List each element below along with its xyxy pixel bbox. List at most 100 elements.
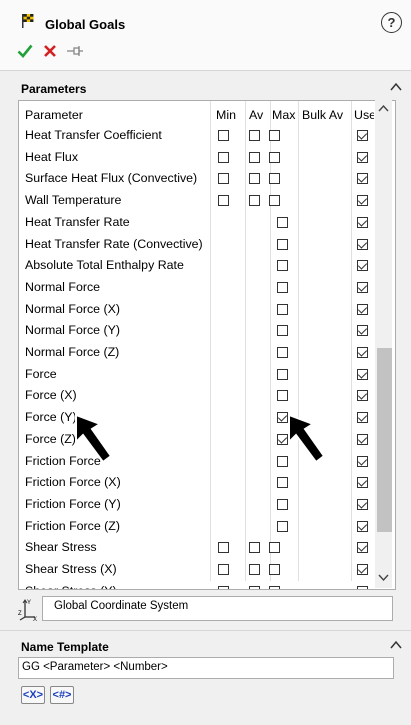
scroll-up-arrow-icon[interactable] (378, 104, 389, 113)
max-checkbox[interactable] (277, 347, 288, 358)
use-checkbox[interactable] (357, 542, 368, 554)
parameter-name: Shear Stress (25, 540, 97, 555)
use-checkbox[interactable] (357, 238, 368, 250)
av-checkbox[interactable] (249, 585, 260, 589)
use-checkbox[interactable] (357, 477, 368, 489)
column-header-av[interactable]: Av (249, 108, 263, 122)
max-checkbox[interactable] (277, 260, 288, 272)
av-checkbox[interactable] (249, 195, 260, 207)
min-checkbox[interactable] (218, 195, 229, 207)
parameters-section-header[interactable]: Parameters (0, 78, 411, 100)
max-checkbox[interactable] (269, 173, 280, 185)
max-checkbox[interactable] (277, 498, 288, 510)
table-row[interactable]: Wall Temperature (19, 190, 375, 212)
parameter-name: Heat Transfer Rate (Convective) (25, 236, 203, 251)
table-row[interactable]: Force (19, 364, 375, 386)
table-row[interactable]: Normal Force (Z) (19, 342, 375, 364)
pushpin-icon[interactable] (66, 43, 84, 59)
max-checkbox[interactable] (277, 281, 288, 293)
table-row[interactable]: Force (X) (19, 385, 375, 407)
use-checkbox[interactable] (357, 173, 368, 185)
max-checkbox[interactable] (277, 390, 288, 402)
min-checkbox[interactable] (218, 173, 229, 185)
use-checkbox[interactable] (357, 260, 368, 272)
parameter-name: Normal Force (Z) (25, 345, 120, 359)
table-row[interactable]: Shear Stress (19, 537, 375, 559)
table-row[interactable]: Friction Force (Y) (19, 494, 375, 516)
use-checkbox[interactable] (357, 433, 368, 445)
max-checkbox[interactable] (277, 325, 288, 337)
table-row[interactable]: Shear Stress (Y) (19, 581, 375, 589)
help-icon[interactable]: ? (381, 12, 402, 33)
table-row[interactable]: Shear Stress (X) (19, 559, 375, 581)
table-row[interactable]: Heat Flux (19, 147, 375, 169)
max-checkbox[interactable] (277, 216, 288, 228)
min-checkbox[interactable] (218, 130, 229, 141)
use-checkbox[interactable] (357, 347, 368, 358)
name-template-section-header[interactable]: Name Template (0, 636, 411, 658)
column-header-use[interactable]: Use (354, 108, 374, 122)
max-checkbox[interactable] (269, 542, 280, 554)
table-row[interactable]: Heat Transfer Rate (Convective) (19, 234, 375, 256)
use-checkbox[interactable] (357, 368, 368, 380)
max-checkbox[interactable] (277, 368, 288, 380)
table-row[interactable]: Surface Heat Flux (Convective) (19, 168, 375, 190)
use-checkbox[interactable] (357, 130, 368, 141)
insert-x-token-button[interactable]: <X> (21, 686, 45, 704)
table-row[interactable]: Absolute Total Enthalpy Rate (19, 255, 375, 277)
use-checkbox[interactable] (357, 564, 368, 575)
use-checkbox[interactable] (357, 325, 368, 337)
use-checkbox[interactable] (357, 498, 368, 510)
av-checkbox[interactable] (249, 564, 260, 575)
table-row[interactable]: Heat Transfer Rate (19, 212, 375, 234)
use-checkbox[interactable] (357, 216, 368, 228)
min-checkbox[interactable] (218, 564, 229, 575)
table-row[interactable]: Heat Transfer Coefficient (19, 125, 375, 147)
max-checkbox[interactable] (269, 151, 280, 163)
ok-checkmark-icon[interactable] (17, 43, 33, 59)
scroll-down-arrow-icon[interactable] (378, 573, 389, 582)
av-checkbox[interactable] (249, 542, 260, 554)
use-checkbox[interactable] (357, 303, 368, 315)
use-checkbox[interactable] (357, 412, 368, 424)
min-checkbox[interactable] (218, 585, 229, 589)
parameters-table: Parameter Min Av Max Bulk Av Use Heat Tr… (18, 100, 396, 590)
column-header-max[interactable]: Max (272, 108, 295, 122)
av-checkbox[interactable] (249, 173, 260, 185)
column-header-bulk-av[interactable]: Bulk Av (302, 108, 343, 122)
table-row[interactable]: Normal Force (X) (19, 299, 375, 321)
max-checkbox[interactable] (269, 564, 280, 575)
collapse-chevron-icon[interactable] (389, 638, 403, 652)
use-checkbox[interactable] (357, 195, 368, 207)
use-checkbox[interactable] (357, 520, 368, 532)
use-checkbox[interactable] (357, 151, 368, 163)
parameter-name: Absolute Total Enthalpy Rate (25, 258, 184, 273)
min-checkbox[interactable] (218, 151, 229, 163)
coordinate-system-field[interactable]: Global Coordinate System (42, 596, 393, 621)
max-checkbox[interactable] (277, 477, 288, 489)
scrollbar-thumb[interactable] (377, 348, 392, 532)
min-checkbox[interactable] (218, 542, 229, 554)
use-checkbox[interactable] (357, 281, 368, 293)
max-checkbox[interactable] (277, 238, 288, 250)
table-row[interactable]: Normal Force (19, 277, 375, 299)
use-checkbox[interactable] (357, 455, 368, 467)
cancel-x-icon[interactable] (42, 43, 58, 59)
max-checkbox[interactable] (277, 303, 288, 315)
max-checkbox[interactable] (277, 520, 288, 532)
name-template-input[interactable]: GG <Parameter> <Number> (18, 657, 394, 679)
table-row[interactable]: Friction Force (X) (19, 472, 375, 494)
use-checkbox[interactable] (357, 390, 368, 402)
use-checkbox[interactable] (357, 585, 368, 589)
max-checkbox[interactable] (269, 195, 280, 207)
column-header-min[interactable]: Min (216, 108, 236, 122)
table-row[interactable]: Normal Force (Y) (19, 320, 375, 342)
max-checkbox[interactable] (269, 585, 280, 589)
av-checkbox[interactable] (249, 151, 260, 163)
max-checkbox[interactable] (269, 130, 280, 141)
collapse-chevron-icon[interactable] (389, 80, 403, 94)
av-checkbox[interactable] (249, 130, 260, 141)
column-header-parameter[interactable]: Parameter (25, 108, 83, 122)
table-row[interactable]: Friction Force (Z) (19, 516, 375, 538)
insert-number-token-button[interactable]: <#> (50, 686, 74, 704)
